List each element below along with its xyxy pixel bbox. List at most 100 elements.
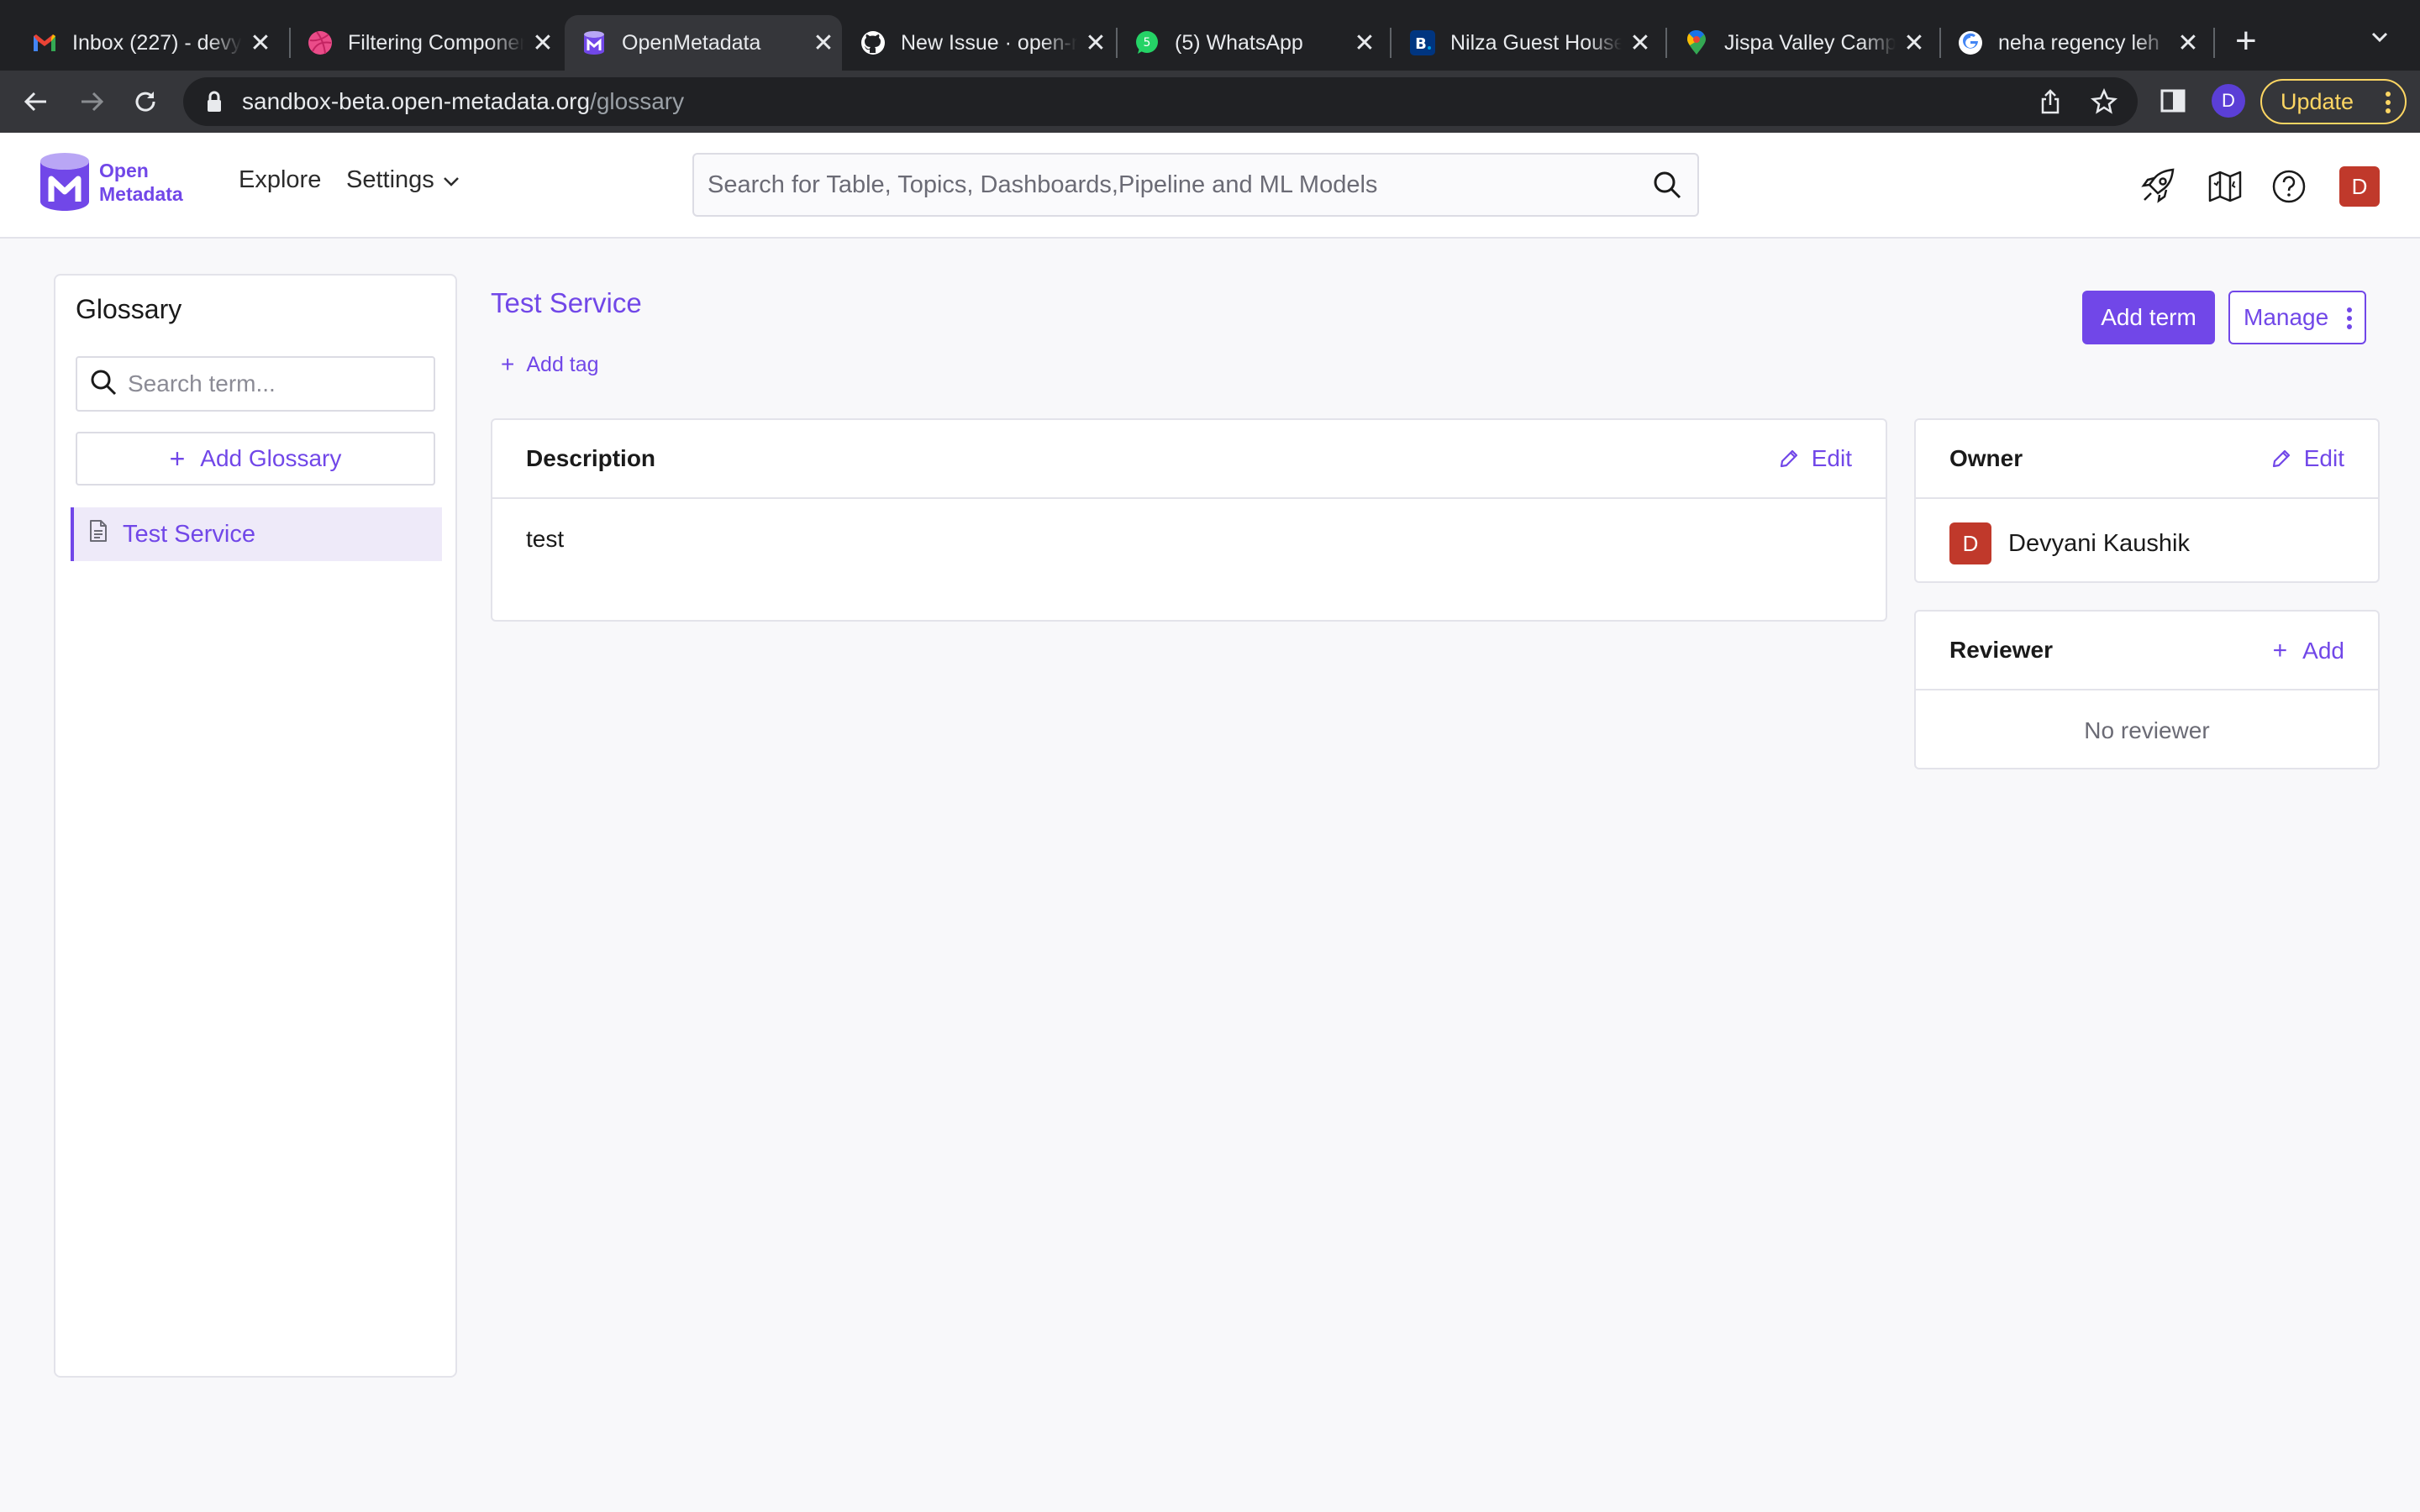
global-search-input[interactable]	[708, 171, 1632, 199]
reviewer-card-header: Reviewer + Add	[1916, 612, 2378, 690]
openmetadata-icon	[581, 30, 607, 55]
plus-icon: +	[169, 443, 186, 474]
url-host: sandbox-beta.open-metadata.org	[242, 88, 591, 114]
chevron-down-icon[interactable]	[2368, 25, 2391, 53]
lock-icon	[202, 89, 227, 114]
user-avatar[interactable]: D	[2339, 166, 2380, 207]
sidebar-item-test-service[interactable]: Test Service	[71, 507, 442, 561]
tab-title: New Issue · open-metadata	[901, 30, 1077, 55]
browser-tab-bar: Inbox (227) - devyani ✕ Filtering Compon…	[0, 0, 2420, 71]
close-icon[interactable]: ✕	[1346, 29, 1383, 58]
forward-arrow-icon[interactable]	[74, 84, 109, 119]
owner-avatar: D	[1949, 522, 1991, 564]
owner-card-header: Owner Edit	[1916, 420, 2378, 499]
description-card-header: Description Edit	[492, 420, 1886, 499]
glossary-sidebar: Glossary + Add Glossary Test Service	[54, 274, 457, 1378]
side-panel-icon[interactable]	[2156, 84, 2190, 118]
chevron-down-icon	[441, 171, 461, 191]
sidebar-title: Glossary	[76, 294, 182, 324]
openmetadata-logo[interactable]: Open Metadata	[37, 151, 183, 213]
manage-label: Manage	[2244, 304, 2329, 330]
plus-icon: +	[2272, 637, 2288, 664]
tab-separator	[1390, 28, 1392, 58]
booking-icon: B	[1410, 30, 1435, 55]
plus-icon: +	[501, 351, 515, 377]
sidebar-item-label: Test Service	[123, 520, 255, 548]
bookmark-star-icon[interactable]	[2087, 85, 2121, 118]
browser-profile-avatar[interactable]: D	[2212, 84, 2245, 118]
dribbble-icon	[308, 30, 333, 55]
description-card: Description Edit test	[491, 418, 1887, 622]
tab-title: Jispa Valley Camp	[1724, 30, 1896, 55]
search-icon	[89, 368, 118, 401]
tab-openmetadata[interactable]: OpenMetadata ✕	[565, 15, 842, 71]
rocket-icon[interactable]	[2138, 166, 2178, 207]
logo-line-open: Open	[99, 160, 149, 181]
edit-owner-button[interactable]: Edit	[2270, 445, 2344, 472]
svg-text:5: 5	[1144, 36, 1151, 50]
add-reviewer-button[interactable]: + Add	[2273, 637, 2344, 665]
nav-settings-label: Settings	[346, 166, 434, 193]
pencil-icon	[2270, 448, 2292, 470]
share-icon[interactable]	[2033, 85, 2067, 118]
tab-filtering-components[interactable]: Filtering Components ✕	[291, 15, 561, 71]
tab-title: OpenMetadata	[622, 30, 761, 55]
address-bar[interactable]: sandbox-beta.open-metadata.org/glossary	[183, 77, 2138, 126]
owner-card: Owner Edit D Devyani Kaushik	[1914, 418, 2380, 583]
term-search-input[interactable]	[128, 370, 413, 397]
description-text: test	[526, 526, 565, 552]
pencil-icon	[1778, 448, 1800, 470]
add-reviewer-label: Add	[2302, 638, 2344, 664]
tab-separator	[2213, 28, 2215, 58]
manage-button[interactable]: Manage	[2228, 291, 2366, 344]
svg-text:B: B	[1415, 35, 1427, 53]
url-text: sandbox-beta.open-metadata.org/glossary	[242, 88, 684, 115]
close-icon[interactable]: ✕	[524, 29, 561, 58]
nav-explore[interactable]: Explore	[239, 166, 321, 194]
back-arrow-icon[interactable]	[18, 84, 54, 119]
description-title: Description	[526, 445, 656, 471]
tab-title: Inbox (227) - devyani	[72, 30, 242, 55]
map-icon[interactable]	[2205, 166, 2245, 207]
logo-text: Open Metadata	[99, 159, 183, 206]
edit-description-button[interactable]: Edit	[1778, 445, 1852, 472]
add-tag-button[interactable]: + Add tag	[501, 351, 599, 378]
help-icon[interactable]	[2269, 166, 2309, 207]
tab-gmail[interactable]: Inbox (227) - devyani ✕	[15, 15, 279, 71]
update-button[interactable]: Update	[2260, 79, 2407, 124]
nav-settings[interactable]: Settings	[346, 166, 461, 194]
add-glossary-button[interactable]: + Add Glossary	[76, 432, 435, 486]
close-icon[interactable]: ✕	[1077, 29, 1114, 58]
add-tag-label: Add tag	[526, 352, 599, 376]
update-label: Update	[2281, 88, 2354, 114]
tab-new-issue[interactable]: New Issue · open-metadata ✕	[844, 15, 1114, 71]
tab-neha-regency[interactable]: neha regency leh ✕	[1941, 15, 2207, 71]
reload-icon[interactable]	[128, 84, 163, 119]
add-glossary-label: Add Glossary	[200, 445, 342, 471]
close-icon[interactable]: ✕	[242, 29, 279, 58]
page-title: Test Service	[491, 287, 642, 318]
tab-whatsapp[interactable]: 5 (5) WhatsApp ✕	[1118, 15, 1383, 71]
global-search	[692, 153, 1699, 217]
no-reviewer-text: No reviewer	[2084, 717, 2210, 743]
owner-name: Devyani Kaushik	[2008, 529, 2190, 557]
new-tab-button[interactable]: +	[2235, 20, 2257, 62]
close-icon[interactable]: ✕	[1896, 29, 1933, 58]
tab-jispa-valley-camp[interactable]: Jispa Valley Camp ✕	[1667, 15, 1933, 71]
close-icon[interactable]: ✕	[1622, 29, 1659, 58]
browser-toolbar: sandbox-beta.open-metadata.org/glossary …	[0, 71, 2420, 133]
url-path: /glossary	[590, 88, 685, 114]
close-icon[interactable]: ✕	[805, 29, 842, 58]
maps-pin-icon	[1684, 30, 1709, 55]
app-header: Open Metadata Explore Settings D	[0, 133, 2420, 239]
tab-title: (5) WhatsApp	[1175, 30, 1303, 55]
close-icon[interactable]: ✕	[2170, 29, 2207, 58]
owner-entry: D Devyani Kaushik	[1949, 522, 2190, 564]
reviewer-title: Reviewer	[1949, 637, 2053, 663]
search-icon[interactable]	[1652, 170, 1682, 204]
edit-label: Edit	[2303, 445, 2344, 471]
tab-nilza-guest-house[interactable]: B Nilza Guest House ✕	[1393, 15, 1659, 71]
add-term-button[interactable]: Add term	[2082, 291, 2215, 344]
more-vert-icon	[2346, 306, 2353, 337]
tab-title: Filtering Components	[348, 30, 524, 55]
